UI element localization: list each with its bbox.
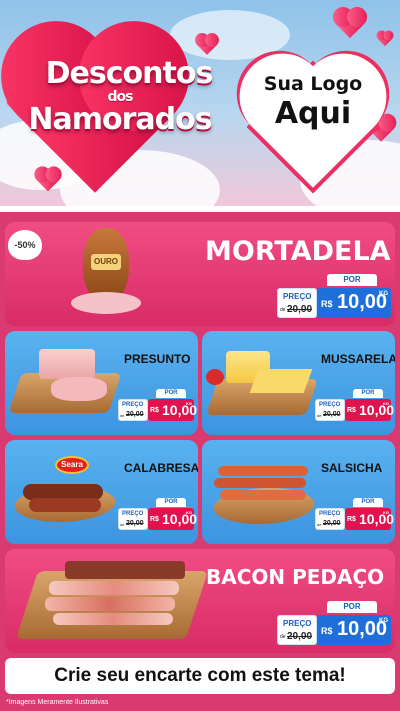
logo-text: Sua Logo Aqui — [238, 72, 388, 132]
logo-line-1: Sua Logo — [263, 73, 363, 95]
product-name: SALSICHA — [321, 461, 383, 475]
old-price-box: PREÇO de 20,00 — [277, 615, 317, 645]
preco-label: PREÇO — [122, 511, 144, 517]
old-price-box: PREÇO de 20,00 — [118, 399, 148, 421]
de-label: de — [317, 413, 322, 418]
old-price-box: PREÇO de 20,00 — [118, 508, 148, 530]
price-tag: POR PREÇO de 20,00 R$ 10,00 KG — [118, 498, 197, 532]
brand-label: Seara — [55, 456, 89, 474]
new-price-box: R$ 10,00 KG — [317, 615, 391, 645]
preco-label: PREÇO — [319, 511, 341, 517]
new-price-box: R$ 10,00 KG — [148, 399, 197, 421]
mortadela-slices-image — [71, 292, 141, 314]
price-tag: POR PREÇO de 20,00 R$ 10,00 KG — [118, 389, 197, 423]
header-divider — [0, 206, 400, 212]
old-price: 20,00 — [323, 520, 341, 527]
cta-banner[interactable]: Crie seu encarte com este tema! — [5, 658, 395, 694]
currency-label: R$ — [321, 299, 333, 309]
product-card-bacon[interactable]: BACON PEDAÇO POR PREÇO de 20,00 R$ 10,00… — [5, 549, 395, 653]
unit-label: KG — [383, 510, 389, 515]
currency-label: R$ — [347, 407, 356, 414]
price-tag: POR PREÇO de 20,00 R$ 10,00 KG — [315, 498, 394, 532]
campaign-title: Descontos dos Namorados — [10, 58, 230, 158]
logo-line-2: Aqui — [274, 96, 352, 131]
de-label: de — [280, 307, 286, 313]
de-label: de — [317, 522, 322, 527]
por-label: POR — [156, 498, 186, 507]
preco-label: PREÇO — [283, 292, 312, 301]
por-label: POR — [353, 389, 383, 398]
old-price-box: PREÇO de 20,00 — [315, 508, 345, 530]
product-card-presunto[interactable]: PRESUNTO POR PREÇO de 20,00 R$ 10,00 KG — [5, 331, 198, 435]
new-price-box: R$ 10,00 KG — [148, 508, 197, 530]
presunto-slices-image — [51, 377, 107, 401]
bacon-slab-image — [65, 561, 185, 579]
preco-label: PREÇO — [283, 619, 312, 628]
bacon-slice-image — [49, 581, 179, 595]
product-card-salsicha[interactable]: SALSICHA POR PREÇO de 20,00 R$ 10,00 KG — [202, 440, 395, 544]
por-label: POR — [327, 601, 377, 613]
old-price: 20,00 — [126, 520, 144, 527]
old-price-box: PREÇO de 20,00 — [277, 288, 317, 318]
old-price: 20,00 — [323, 411, 341, 418]
unit-label: KG — [186, 401, 192, 406]
product-card-mortadela[interactable]: OURO MORTADELA POR PREÇO de 20,00 R$ 10,… — [5, 222, 395, 326]
currency-label: R$ — [321, 626, 333, 636]
currency-label: R$ — [150, 407, 159, 414]
por-label: POR — [353, 498, 383, 507]
salsicha-image — [218, 466, 308, 476]
de-label: de — [120, 413, 125, 418]
brand-label: OURO — [91, 254, 121, 270]
title-line-1: Descontos — [45, 56, 214, 91]
calabresa-image — [29, 498, 101, 512]
logo-placeholder[interactable]: Sua Logo Aqui — [238, 34, 388, 188]
disclaimer-text: *Imagens Meramente Ilustrativas — [6, 699, 109, 706]
presunto-image — [39, 349, 95, 379]
price-tag: POR PREÇO de 20,00 R$ 10,00 KG — [277, 274, 393, 322]
product-name: MORTADELA — [205, 236, 391, 267]
de-label: de — [280, 634, 286, 640]
old-price-box: PREÇO de 20,00 — [315, 399, 345, 421]
new-price-box: R$ 10,00 KG — [345, 399, 394, 421]
salsicha-image — [220, 490, 306, 500]
new-price-box: R$ 10,00 KG — [345, 508, 394, 530]
unit-label: KG — [383, 401, 389, 406]
tomato-image — [206, 369, 224, 385]
por-label: POR — [327, 274, 377, 286]
bacon-slice-image — [53, 613, 173, 625]
product-card-calabresa[interactable]: Seara CALABRESA POR PREÇO de 20,00 R$ 10… — [5, 440, 198, 544]
salsicha-image — [214, 478, 306, 488]
old-price: 20,00 — [287, 304, 313, 315]
preco-label: PREÇO — [122, 402, 144, 408]
unit-label: KG — [186, 510, 192, 515]
price-tag: POR PREÇO de 20,00 R$ 10,00 KG — [315, 389, 394, 423]
mussarela-slices-image — [249, 369, 313, 393]
discount-badge: -50% — [8, 230, 42, 260]
product-name: BACON PEDAÇO — [206, 565, 385, 589]
old-price: 20,00 — [126, 411, 144, 418]
price-tag: POR PREÇO de 20,00 R$ 10,00 KG — [277, 601, 393, 649]
product-card-mussarela[interactable]: MUSSARELA POR PREÇO de 20,00 R$ 10,00 KG — [202, 331, 395, 435]
bacon-slice-image — [45, 597, 175, 611]
por-label: POR — [156, 389, 186, 398]
new-price-box: R$ 10,00 KG — [317, 288, 391, 318]
currency-label: R$ — [150, 516, 159, 523]
title-line-3: Namorados — [28, 102, 212, 137]
unit-label: KG — [379, 291, 388, 297]
preco-label: PREÇO — [319, 402, 341, 408]
unit-label: KG — [379, 618, 388, 624]
product-name: PRESUNTO — [124, 352, 191, 366]
old-price: 20,00 — [287, 631, 313, 642]
product-name: CALABRESA — [124, 461, 198, 475]
product-name: MUSSARELA — [321, 352, 395, 366]
header-banner: Descontos dos Namorados Sua Logo Aqui — [0, 0, 400, 210]
de-label: de — [120, 522, 125, 527]
currency-label: R$ — [347, 516, 356, 523]
